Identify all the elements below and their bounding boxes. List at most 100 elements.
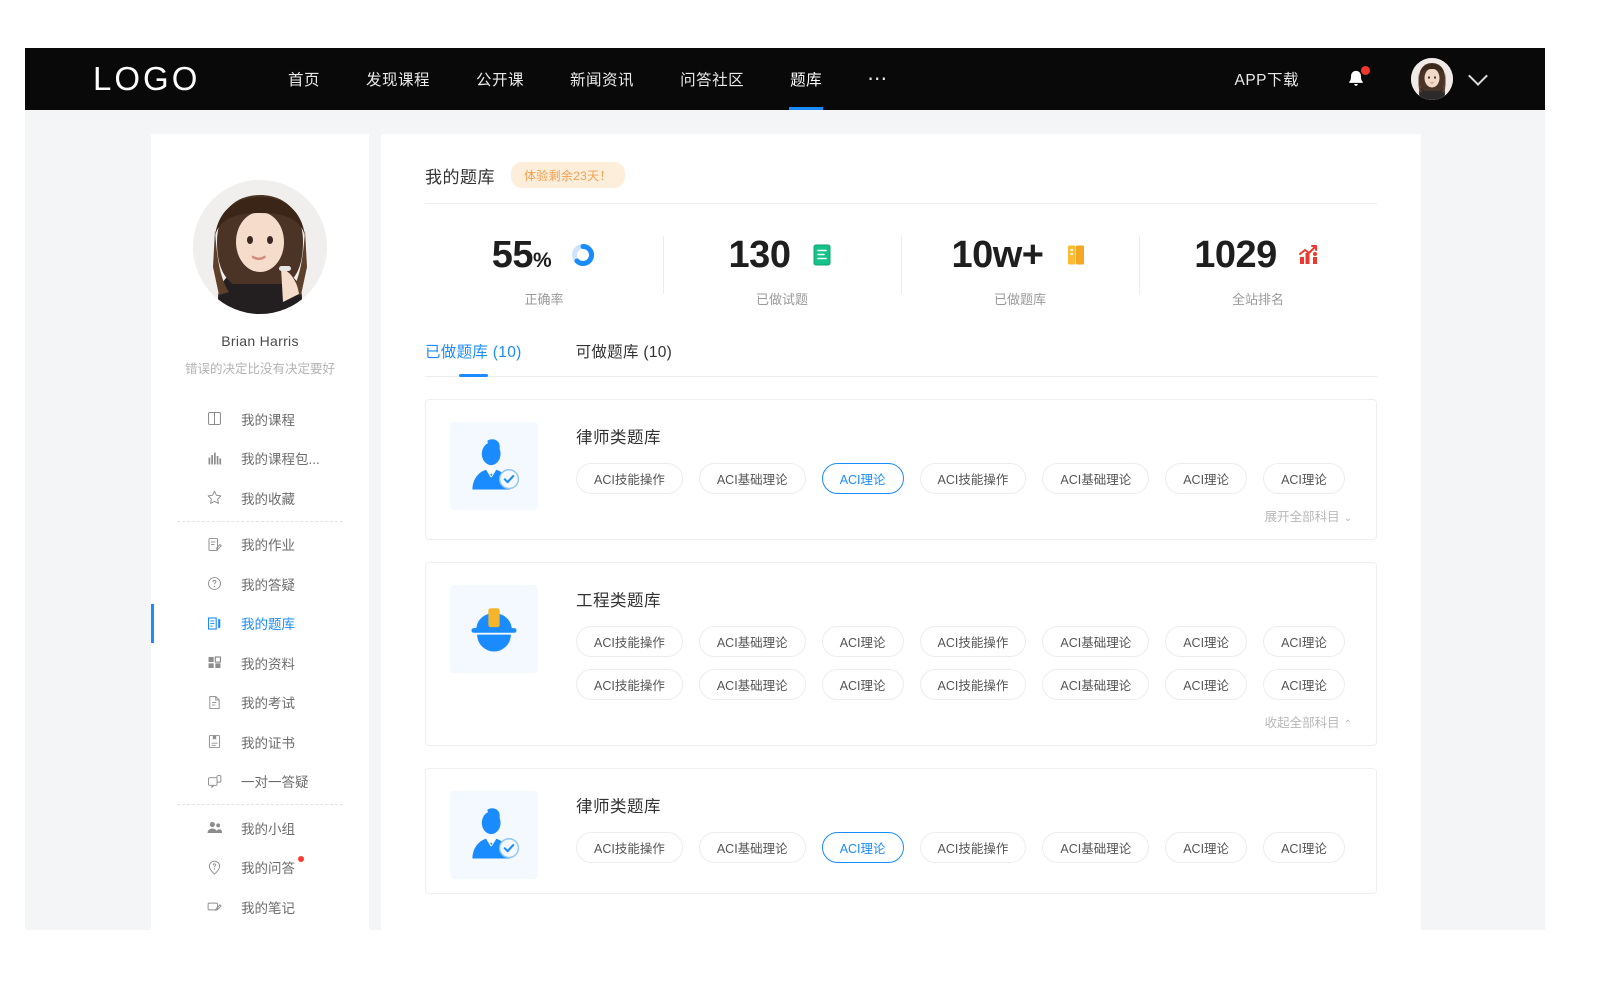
- sidebar-item-label: 我的答疑: [241, 574, 295, 594]
- tag-row: ACI技能操作 ACI基础理论 ACI理论 ACI技能操作 ACI基础理论 ACI理论 AC…: [576, 832, 1352, 863]
- nav-item-1[interactable]: 发现课程: [343, 48, 453, 110]
- subject-tag[interactable]: ACI基础理论: [1042, 463, 1149, 494]
- sidebar-item-label: 我的小组: [241, 818, 295, 838]
- subject-tag[interactable]: ACI理论: [1165, 463, 1247, 494]
- stat-top: 1029: [1194, 236, 1322, 274]
- tab-1[interactable]: 可做题库 (10): [576, 334, 673, 376]
- subject-tag[interactable]: ACI基础理论: [1042, 669, 1149, 700]
- subject-tag[interactable]: ACI技能操作: [576, 669, 683, 700]
- nav-item-0[interactable]: 首页: [265, 48, 343, 110]
- sidebar-item-1[interactable]: 我的课程包...: [151, 439, 369, 479]
- main-nav: 首页发现课程公开课新闻资讯问答社区题库: [265, 48, 845, 110]
- subject-tag[interactable]: ACI理论: [1263, 626, 1345, 657]
- card-title: 律师类题库: [576, 424, 1352, 448]
- tag-rows: ACI技能操作 ACI基础理论 ACI理论 ACI技能操作 ACI基础理论 ACI理论 AC…: [576, 463, 1352, 494]
- subject-tag[interactable]: ACI技能操作: [920, 669, 1027, 700]
- tag-rows: ACI技能操作 ACI基础理论 ACI理论 ACI技能操作 ACI基础理论 ACI理论 AC…: [576, 626, 1352, 700]
- subject-tag[interactable]: ACI理论: [1263, 463, 1345, 494]
- subject-tag[interactable]: ACI基础理论: [1042, 626, 1149, 657]
- subject-tag[interactable]: ACI理论: [822, 669, 904, 700]
- red-rank-icon: [1296, 242, 1322, 268]
- card-expand-label: 收起全部科目: [1265, 716, 1340, 730]
- subject-tag[interactable]: ACI理论: [822, 463, 904, 494]
- sidebar-item-5[interactable]: 我的题库: [151, 604, 369, 644]
- nav-item-4[interactable]: 问答社区: [657, 48, 767, 110]
- tag-row: ACI技能操作 ACI基础理论 ACI理论 ACI技能操作 ACI基础理论 ACI理论 AC…: [576, 669, 1352, 700]
- page-body: Brian Harris 错误的决定比没有决定要好 我的课程我的课程包...我的…: [25, 110, 1545, 930]
- sidebar-item-11[interactable]: 我的问答: [151, 848, 369, 888]
- tag-row: ACI技能操作 ACI基础理论 ACI理论 ACI技能操作 ACI基础理论 ACI理论 AC…: [576, 463, 1352, 494]
- menu-divider: [177, 521, 343, 522]
- hardhat-icon: [450, 585, 538, 673]
- orange-book-icon: [1063, 242, 1089, 268]
- subject-tag[interactable]: ACI技能操作: [576, 626, 683, 657]
- sidebar-item-7[interactable]: 我的考试: [151, 683, 369, 723]
- subject-tag[interactable]: ACI基础理论: [699, 832, 806, 863]
- sidebar-item-label: 我的题库: [241, 613, 295, 633]
- nav-item-3[interactable]: 新闻资讯: [547, 48, 657, 110]
- subject-tag[interactable]: ACI技能操作: [920, 463, 1027, 494]
- subject-tag[interactable]: ACI理论: [1165, 669, 1247, 700]
- sidebar-item-label: 我的课程: [241, 409, 295, 429]
- notification-bell-button[interactable]: [1345, 67, 1367, 91]
- nav-item-5[interactable]: 题库: [767, 48, 845, 110]
- sidebar-avatar: [193, 180, 327, 314]
- subject-tag[interactable]: ACI理论: [1263, 832, 1345, 863]
- question-bank-icon: [206, 615, 223, 632]
- site-logo[interactable]: LOGO: [93, 60, 243, 98]
- menu-divider: [177, 930, 343, 931]
- bar-chart-icon: [206, 450, 223, 467]
- stats-row: 55%正确率130已做试题10w+已做题库1029全站排名: [425, 222, 1377, 322]
- subject-tag[interactable]: ACI基础理论: [699, 626, 806, 657]
- bank-card: 律师类题库ACI技能操作ACI基础理论ACI理论ACI技能操作ACI基础理论AC…: [425, 768, 1377, 894]
- subject-tag[interactable]: ACI理论: [1165, 832, 1247, 863]
- sidebar-item-2[interactable]: 我的收藏: [151, 478, 369, 518]
- user-photo: [193, 180, 327, 314]
- notification-dot: [1361, 66, 1370, 75]
- subject-tag[interactable]: ACI理论: [1263, 669, 1345, 700]
- sidebar-item-label: 我的问答: [241, 857, 295, 877]
- subject-tag[interactable]: ACI基础理论: [699, 463, 806, 494]
- subject-tag[interactable]: ACI理论: [822, 626, 904, 657]
- stat-top: 10w+: [951, 236, 1088, 274]
- sidebar-item-6[interactable]: 我的资料: [151, 643, 369, 683]
- sidebar-item-4[interactable]: 我的答疑: [151, 564, 369, 604]
- subject-tag[interactable]: ACI技能操作: [576, 832, 683, 863]
- chevron-down-icon[interactable]: [1468, 66, 1488, 86]
- nav-item-2[interactable]: 公开课: [453, 48, 547, 110]
- card-title: 工程类题库: [576, 587, 1352, 611]
- stat-3: 1029全站排名: [1139, 222, 1377, 322]
- tab-0[interactable]: 已做题库 (10): [425, 334, 522, 376]
- main-header: 我的题库 体验剩余23天！: [425, 162, 1377, 204]
- card-expand-toggle[interactable]: 收起全部科目 ⌃: [576, 712, 1352, 731]
- more-nav-icon[interactable]: ⋯: [845, 48, 911, 110]
- subject-tag[interactable]: ACI理论: [1165, 626, 1247, 657]
- card-body: 律师类题库ACI技能操作ACI基础理论ACI理论ACI技能操作ACI基础理论AC…: [576, 422, 1352, 525]
- card-expand-toggle[interactable]: 展开全部科目⌄: [576, 506, 1352, 525]
- sidebar-item-9[interactable]: 一对一答疑: [151, 762, 369, 802]
- tag-rows: ACI技能操作 ACI基础理论 ACI理论 ACI技能操作 ACI基础理论 ACI理论 AC…: [576, 832, 1352, 863]
- sidebar-item-8[interactable]: 我的证书: [151, 722, 369, 762]
- subject-tag[interactable]: ACI基础理论: [1042, 832, 1149, 863]
- subject-tag[interactable]: ACI技能操作: [920, 626, 1027, 657]
- certificate-icon: [206, 733, 223, 750]
- avatar[interactable]: [1411, 58, 1453, 100]
- stat-value: 1029: [1194, 236, 1277, 274]
- sidebar-item-0[interactable]: 我的课程: [151, 399, 369, 439]
- tabs: 已做题库 (10) 可做题库 (10): [425, 334, 1377, 377]
- subject-tag[interactable]: ACI基础理论: [699, 669, 806, 700]
- stat-unit: %: [533, 249, 551, 272]
- subject-tag[interactable]: ACI技能操作: [920, 832, 1027, 863]
- chevron-up-icon: ⌃: [1344, 719, 1352, 730]
- card-body: 律师类题库ACI技能操作ACI基础理论ACI理论ACI技能操作ACI基础理论AC…: [576, 791, 1352, 879]
- sidebar-item-3[interactable]: 我的作业: [151, 525, 369, 565]
- card-expand-label: 展开全部科目: [1265, 510, 1340, 524]
- app-download-link[interactable]: APP下载: [1234, 68, 1299, 90]
- question-icon: [206, 575, 223, 592]
- sidebar-item-12[interactable]: 我的笔记: [151, 887, 369, 927]
- main-panel: 我的题库 体验剩余23天！ 55%正确率130已做试题10w+已做题库1029全…: [381, 134, 1421, 930]
- group-icon: [206, 819, 223, 836]
- subject-tag[interactable]: ACI技能操作: [576, 463, 683, 494]
- sidebar-item-10[interactable]: 我的小组: [151, 808, 369, 848]
- subject-tag[interactable]: ACI理论: [822, 832, 904, 863]
